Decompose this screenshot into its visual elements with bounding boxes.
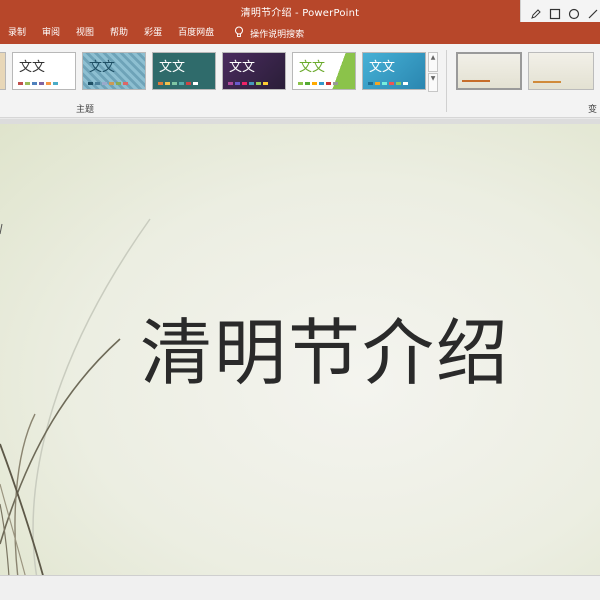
status-bar: [0, 575, 600, 600]
theme-thumb-2[interactable]: 文文: [82, 52, 146, 90]
gallery-scroll: ▲ ▼: [428, 52, 438, 92]
tab-baidu-netdisk[interactable]: 百度网盘: [170, 22, 222, 44]
themes-gallery: 文文 文文 文文 文文 文文 文文: [0, 52, 426, 92]
tab-review[interactable]: 审阅: [34, 22, 68, 44]
theme-thumb-4[interactable]: 文文: [222, 52, 286, 90]
tell-me-search[interactable]: 操作说明搜索: [234, 26, 304, 41]
theme-sample-text: 文文: [159, 60, 186, 75]
theme-sample-text: 文文: [299, 60, 326, 75]
variant-thumb-2[interactable]: [528, 52, 594, 90]
tell-me-label: 操作说明搜索: [250, 29, 305, 40]
theme-thumb-6[interactable]: 文文: [362, 52, 426, 90]
gallery-scroll-down[interactable]: ▼: [428, 72, 438, 92]
theme-sample-text: 文文: [369, 60, 396, 75]
title-bar: 清明节介绍 - PowerPoint: [0, 0, 600, 22]
theme-sample-text: 文文: [19, 60, 46, 75]
ribbon-tabs: 录制 审阅 视图 帮助 彩蛋 百度网盘 操作说明搜索: [0, 22, 600, 44]
tab-record[interactable]: 录制: [0, 22, 34, 44]
tab-view[interactable]: 视图: [68, 22, 102, 44]
rectangle-icon[interactable]: [548, 7, 561, 21]
lightbulb-icon: [234, 26, 244, 41]
window-title: 清明节介绍 - PowerPoint: [240, 8, 360, 19]
tab-easter-egg[interactable]: 彩蛋: [136, 22, 170, 44]
arrow-icon[interactable]: [587, 7, 600, 21]
theme-thumb-1[interactable]: 文文: [12, 52, 76, 90]
theme-thumb-partial[interactable]: [0, 52, 6, 90]
slide-workspace: 清明节介绍: [0, 119, 600, 600]
slide-title[interactable]: 清明节介绍: [140, 294, 510, 399]
tab-help[interactable]: 帮助: [102, 22, 136, 44]
theme-thumb-5[interactable]: 文文: [292, 52, 356, 90]
circle-icon[interactable]: [568, 7, 581, 21]
variant-thumb-1[interactable]: [456, 52, 522, 90]
theme-sample-text: 文文: [89, 60, 116, 75]
variants-gallery: [456, 52, 600, 90]
gallery-scroll-up[interactable]: ▲: [428, 52, 438, 72]
variants-group-label: 变: [588, 105, 598, 115]
slide-canvas[interactable]: 清明节介绍: [0, 124, 600, 594]
themes-group-label: 主题: [75, 105, 94, 115]
ribbon: 文文 文文 文文 文文 文文 文文 ▲ ▼ 主题 变: [0, 44, 600, 118]
pen-icon[interactable]: [529, 7, 542, 21]
group-divider: [446, 50, 447, 112]
theme-thumb-3[interactable]: 文文: [152, 52, 216, 90]
theme-sample-text: 文文: [229, 60, 256, 75]
